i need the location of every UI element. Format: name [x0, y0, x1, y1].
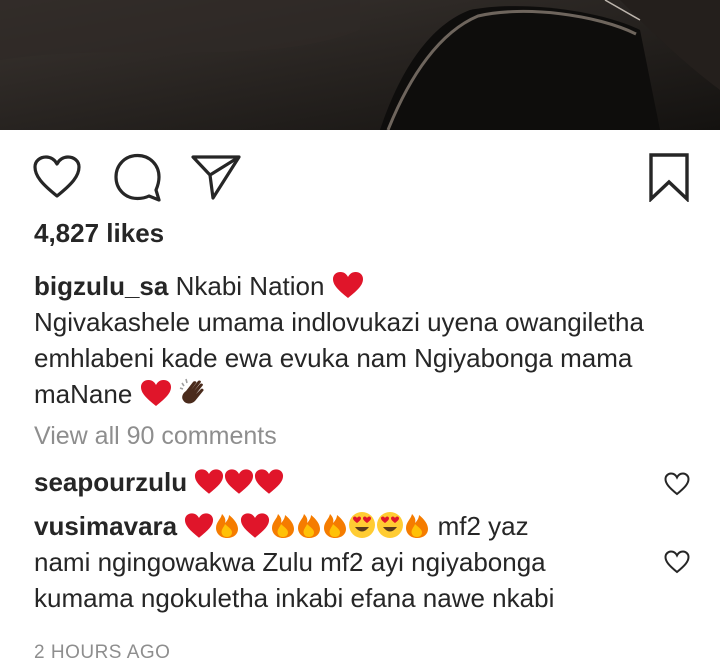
comment-text: mf2 yaz — [437, 511, 529, 541]
fire-icon — [324, 514, 347, 538]
clapping-hands-icon — [179, 378, 204, 404]
red-heart-icon — [255, 469, 284, 494]
red-heart-icon — [185, 513, 214, 538]
comment-item: vusimavara mf2 yaz nami ngingowakwa Zulu… — [34, 508, 634, 616]
fire-icon — [216, 514, 239, 538]
heart-outline-icon[interactable] — [32, 154, 82, 200]
post-caption: bigzulu_sa Nkabi Nation Ngivakashele uma… — [34, 268, 694, 412]
caption-first-line: Nkabi Nation — [175, 271, 325, 301]
heart-eyes-face-icon — [377, 512, 404, 538]
caption-body: Ngivakashele umama indlovukazi uyena owa… — [34, 307, 644, 409]
heart-small-icon[interactable] — [664, 472, 690, 496]
red-heart-icon — [225, 469, 254, 494]
action-bar — [0, 150, 720, 206]
paper-plane-icon[interactable] — [190, 154, 242, 200]
red-heart-icon — [332, 272, 363, 298]
fire-icon — [272, 514, 295, 538]
comment-bubble-icon[interactable] — [112, 152, 162, 202]
post-photo — [0, 0, 720, 130]
comment-username[interactable]: vusimavara — [34, 511, 177, 541]
comment-item: seapourzulu — [34, 464, 634, 500]
like-count[interactable]: 4,827 likes — [34, 218, 164, 249]
caption-username[interactable]: bigzulu_sa — [34, 271, 168, 301]
heart-eyes-face-icon — [349, 512, 376, 538]
red-heart-icon — [241, 513, 270, 538]
bookmark-icon[interactable] — [648, 152, 690, 202]
post-timestamp: 2 HOURS AGO — [34, 642, 171, 663]
fire-icon — [406, 514, 429, 538]
red-heart-icon — [195, 469, 224, 494]
red-heart-icon — [140, 380, 171, 406]
view-all-comments-link[interactable]: View all 90 comments — [34, 422, 277, 451]
fire-icon — [298, 514, 321, 538]
heart-small-icon[interactable] — [664, 550, 690, 574]
comment-text: nami ngingowakwa Zulu mf2 ayi ngiyabonga… — [34, 547, 555, 613]
comment-username[interactable]: seapourzulu — [34, 467, 187, 497]
